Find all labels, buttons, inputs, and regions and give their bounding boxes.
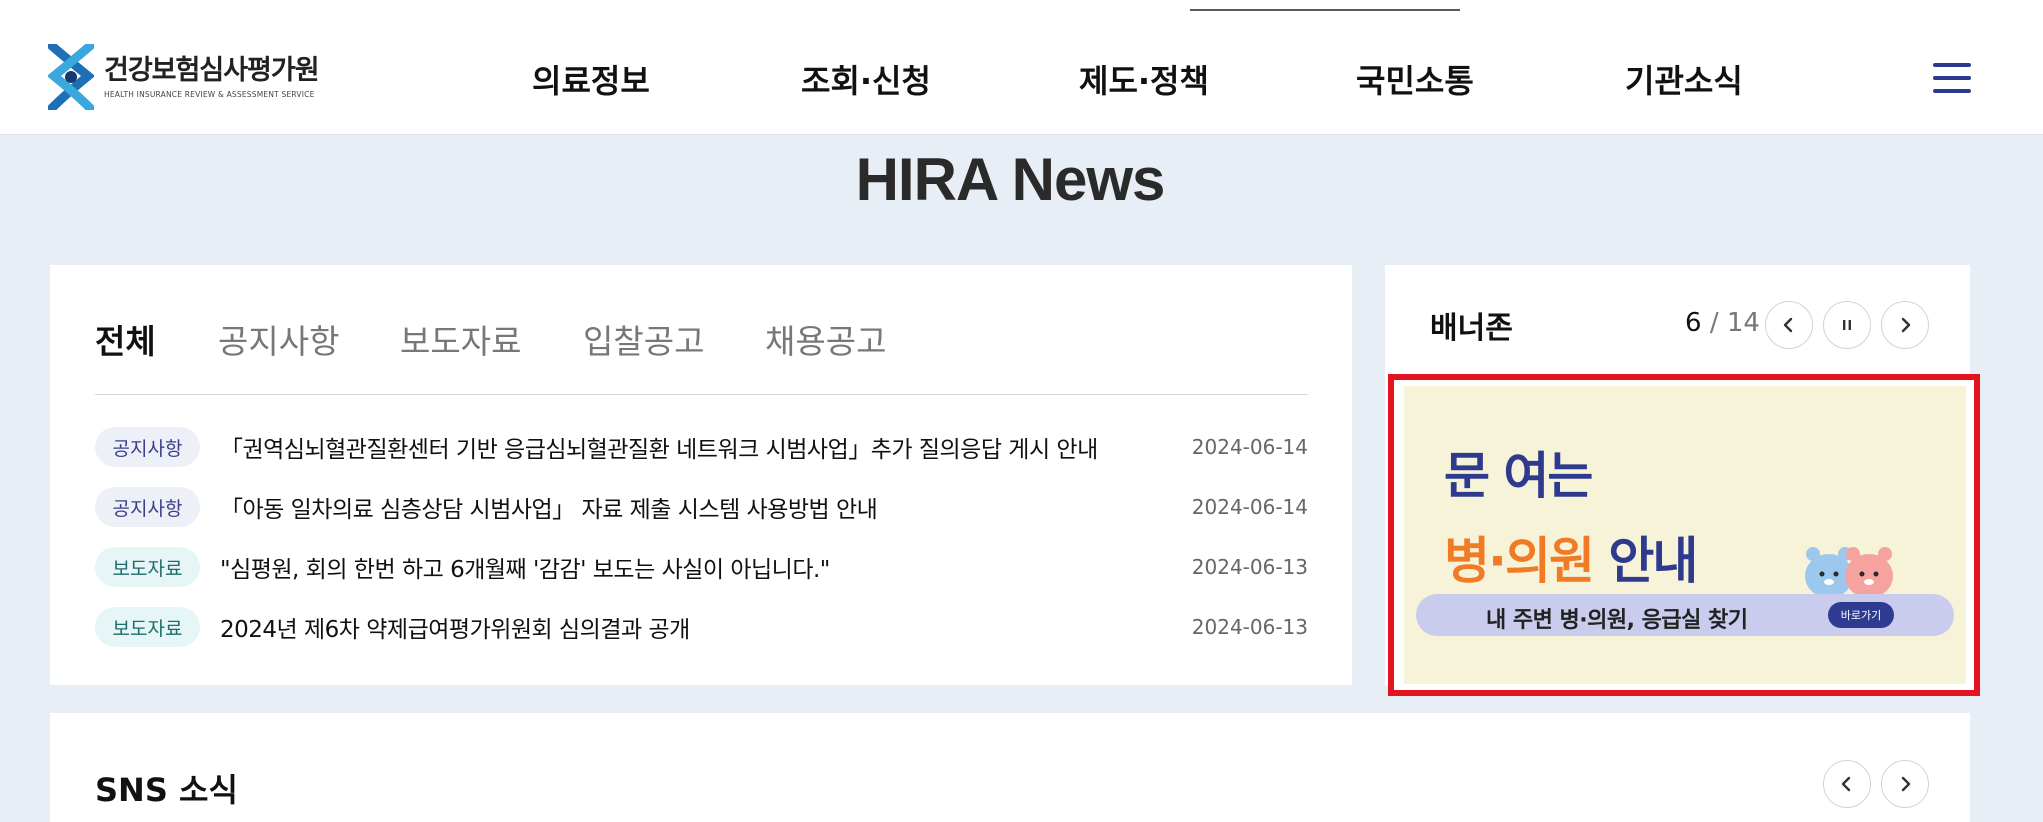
tab-all[interactable]: 전체 <box>95 315 156 363</box>
category-badge: 보도자료 <box>95 607 200 647</box>
banner-current: 6 <box>1685 308 1702 338</box>
sns-title: SNS 소식 <box>95 771 238 809</box>
banner-total: 14 <box>1726 308 1760 338</box>
banner-slide-highlight: 병·의원 <box>1444 532 1595 590</box>
page-title: HIRA News <box>855 146 1166 213</box>
news-list-item[interactable]: 공지사항 「아동 일차의료 심층상담 시범사업」 자료 제출 시스템 사용방법 … <box>95 486 1308 528</box>
news-item-title[interactable]: 2024년 제6차 약제급여평가위원회 심의결과 공개 <box>220 610 1192 644</box>
nav-active-indicator <box>1190 9 1460 11</box>
banner-highlight-frame: 문 여는 병·의원 안내 내 주변 병·의원, 응급실 찾기 바로가기 <box>1388 374 1980 696</box>
sns-panel: SNS 소식 <box>50 713 1970 822</box>
news-item-date: 2024-06-14 <box>1191 435 1308 459</box>
nav-item-policy[interactable]: 제도·정책 <box>1079 56 1209 102</box>
banner-counter: 6 / 14 <box>1685 308 1760 338</box>
chevron-right-icon <box>1901 317 1911 333</box>
news-item-title[interactable]: 「권역심뇌혈관질환센터 기반 응급심뇌혈관질환 네트워크 시범사업」추가 질의응… <box>220 430 1192 464</box>
nav-item-inquiry-apply[interactable]: 조회·신청 <box>801 56 931 102</box>
banner-slide-bar: 내 주변 병·의원, 응급실 찾기 바로가기 <box>1416 594 1954 636</box>
banner-slide-line2: 병·의원 안내 <box>1444 521 1698 593</box>
banner-slide-line1: 문 여는 <box>1444 447 1593 505</box>
tab-bids[interactable]: 입찰공고 <box>583 315 704 363</box>
news-item-date: 2024-06-13 <box>1191 555 1308 579</box>
banner-go-button[interactable]: 바로가기 <box>1828 602 1894 628</box>
banner-next-button[interactable] <box>1881 301 1929 349</box>
news-list-item[interactable]: 공지사항 「권역심뇌혈관질환센터 기반 응급심뇌혈관질환 네트워크 시범사업」추… <box>95 426 1308 468</box>
news-panel: 전체 공지사항 보도자료 입찰공고 채용공고 공지사항 「권역심뇌혈관질환센터 … <box>50 265 1352 685</box>
site-logo[interactable]: 건강보험심사평가원 HEALTH INSURANCE REVIEW & ASSE… <box>46 41 320 113</box>
news-item-date: 2024-06-13 <box>1191 615 1308 639</box>
banner-heading: 배너존 <box>1430 311 1513 346</box>
news-list-item[interactable]: 보도자료 "심평원, 회의 한번 하고 6개월째 '감감' 보도는 사실이 아닙… <box>95 546 1308 588</box>
news-list-item[interactable]: 보도자료 2024년 제6차 약제급여평가위원회 심의결과 공개 2024-06… <box>95 606 1308 648</box>
sns-prev-button[interactable] <box>1823 760 1871 808</box>
category-badge: 공지사항 <box>95 487 200 527</box>
hamburger-icon[interactable] <box>1933 63 1971 93</box>
logo-name-en: HEALTH INSURANCE REVIEW & ASSESSMENT SER… <box>104 89 315 99</box>
logo-name-ko: 건강보험심사평가원 <box>104 54 320 86</box>
news-divider <box>95 394 1308 395</box>
hira-logo-icon <box>46 41 96 113</box>
nav-item-agency-news[interactable]: 기관소식 <box>1625 56 1743 102</box>
banner-separator: / <box>1709 308 1719 338</box>
site-header: 건강보험심사평가원 HEALTH INSURANCE REVIEW & ASSE… <box>0 0 2043 135</box>
news-item-title[interactable]: "심평원, 회의 한번 하고 6개월째 '감감' 보도는 사실이 아닙니다." <box>220 550 1192 584</box>
category-badge: 보도자료 <box>95 547 200 587</box>
banner-slide-line2-rest: 안내 <box>1593 532 1698 590</box>
pause-icon <box>1843 320 1851 330</box>
banner-slide-bar-text: 내 주변 병·의원, 응급실 찾기 <box>1486 608 1748 633</box>
chevron-right-icon <box>1901 776 1911 792</box>
category-badge: 공지사항 <box>95 427 200 467</box>
chevron-left-icon <box>1783 317 1793 333</box>
banner-slide[interactable]: 문 여는 병·의원 안내 내 주변 병·의원, 응급실 찾기 바로가기 <box>1404 386 1966 684</box>
tab-notices[interactable]: 공지사항 <box>218 315 339 363</box>
nav-item-communication[interactable]: 국민소통 <box>1356 56 1474 102</box>
chevron-left-icon <box>1841 776 1851 792</box>
banner-prev-button[interactable] <box>1765 301 1813 349</box>
tab-press[interactable]: 보도자료 <box>400 315 521 363</box>
tab-recruit[interactable]: 채용공고 <box>765 315 886 363</box>
news-item-date: 2024-06-14 <box>1191 495 1308 519</box>
nav-item-medical-info[interactable]: 의료정보 <box>532 56 650 102</box>
sns-next-button[interactable] <box>1881 760 1929 808</box>
news-item-title[interactable]: 「아동 일차의료 심층상담 시범사업」 자료 제출 시스템 사용방법 안내 <box>220 490 1192 524</box>
banner-pause-button[interactable] <box>1823 301 1871 349</box>
